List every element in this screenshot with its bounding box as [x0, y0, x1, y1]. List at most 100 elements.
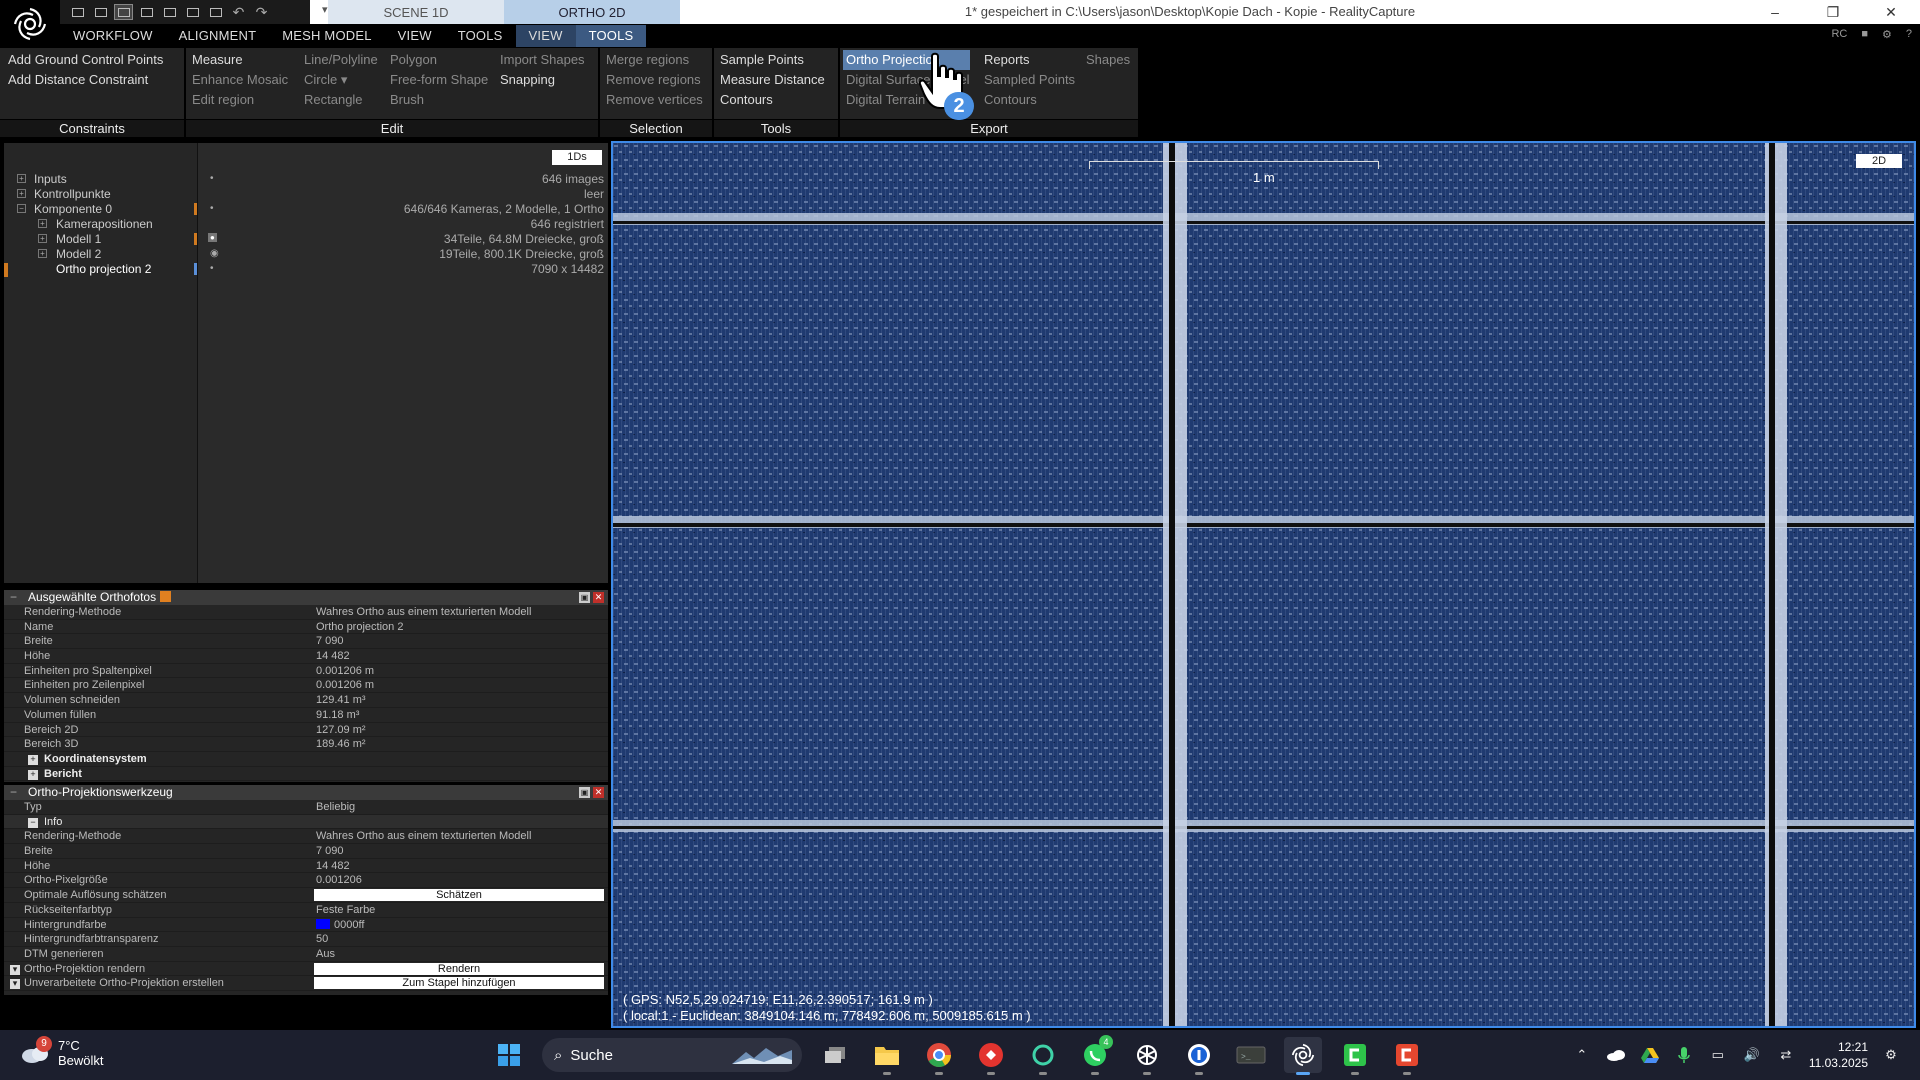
import-shapes-button[interactable]: Import Shapes	[500, 50, 585, 70]
realitycapture-taskbar-icon[interactable]	[1284, 1037, 1322, 1075]
expand-icon[interactable]: +	[17, 174, 26, 183]
enhance-mosaic-button[interactable]: Enhance Mosaic	[192, 70, 288, 90]
expand-icon[interactable]: +	[28, 769, 38, 780]
view-mode-2d-badge[interactable]: 2D	[1856, 154, 1902, 168]
close-icon[interactable]: ✕	[1862, 0, 1920, 24]
pin-icon[interactable]: •	[210, 203, 214, 214]
background-color-picker[interactable]: 0000ff	[316, 918, 364, 933]
sample-points-button[interactable]: Sample Points	[720, 50, 825, 70]
layout-1-icon[interactable]	[68, 4, 87, 20]
menu-tools-context[interactable]: TOOLS	[575, 25, 647, 47]
type-select[interactable]: Beliebig	[316, 800, 355, 815]
menu-view[interactable]: VIEW	[385, 25, 445, 47]
pixel-size-input[interactable]: 0.001206	[316, 873, 362, 888]
add-to-batch-button[interactable]: Zum Stapel hinzufügen	[314, 977, 604, 990]
google-drive-icon[interactable]	[1639, 1044, 1661, 1066]
add-distance-constraint-button[interactable]: Add Distance Constraint	[8, 70, 163, 90]
expand-icon[interactable]: +	[17, 189, 26, 198]
eye-icon[interactable]: ◉	[210, 248, 219, 259]
sampled-points-button[interactable]: Sampled Points	[984, 70, 1075, 90]
collapse-icon[interactable]: −	[10, 590, 17, 605]
polygon-button[interactable]: Polygon	[390, 50, 488, 70]
password-manager-icon[interactable]	[1180, 1037, 1218, 1075]
collapse-icon[interactable]: −	[28, 817, 38, 828]
expand-icon[interactable]: +	[38, 234, 47, 243]
display-icon[interactable]: ▭	[1707, 1044, 1729, 1066]
transparency-input[interactable]: 50	[316, 932, 328, 947]
section-info[interactable]: − Info	[4, 814, 608, 830]
property-value[interactable]: Ortho projection 2	[316, 620, 403, 635]
contours-export-button[interactable]: Contours	[984, 90, 1075, 110]
tree-row-modell-1[interactable]: + Modell 1 ● 34Teile, 64.8M Dreiecke, gr…	[4, 232, 608, 247]
help-icon[interactable]: ?	[1906, 28, 1912, 41]
tree-row-ortho-projection-2[interactable]: Ortho projection 2 • 7090 x 14482	[4, 262, 608, 277]
section-coordinate-system[interactable]: + Koordinatensystem	[4, 752, 608, 767]
property-value[interactable]: Wahres Ortho aus einem texturierten Mode…	[316, 605, 531, 620]
estimate-button[interactable]: Schätzen	[314, 889, 604, 902]
chatgpt-icon[interactable]	[1128, 1037, 1166, 1075]
brush-button[interactable]: Brush	[390, 90, 488, 110]
ortho-2d-viewport[interactable]: 2D 1 m ( GPS: N52,5,29.024719; E11,26,2.…	[611, 141, 1916, 1028]
settings-icon[interactable]: ⚙	[1882, 28, 1892, 41]
edit-region-button[interactable]: Edit region	[192, 90, 288, 110]
remove-vertices-button[interactable]: Remove vertices	[606, 90, 703, 110]
document-icon[interactable]: ■	[1861, 28, 1868, 41]
layout-2-icon[interactable]	[91, 4, 110, 20]
tree-row-komponente-0[interactable]: − Komponente 0 • 646/646 Kameras, 2 Mode…	[4, 202, 608, 217]
onedrive-icon[interactable]	[1605, 1044, 1627, 1066]
tree-row-kontrollpunkte[interactable]: + Kontrollpunkte leer	[4, 187, 608, 202]
expand-icon[interactable]: +	[38, 219, 47, 228]
terminal-app-icon[interactable]: >_	[1232, 1037, 1270, 1073]
volume-icon[interactable]: 🔊	[1741, 1044, 1763, 1066]
dock-icon[interactable]: ▣	[579, 592, 590, 603]
view-mode-badge[interactable]: 1Ds	[552, 150, 602, 165]
collapse-icon[interactable]: −	[17, 204, 26, 213]
snapping-button[interactable]: Snapping	[500, 70, 585, 90]
add-ground-control-points-button[interactable]: Add Ground Control Points	[8, 50, 163, 70]
layout-6-icon[interactable]	[183, 4, 202, 20]
close-panel-icon[interactable]: ✕	[593, 787, 604, 798]
weather-widget[interactable]: 9 7°C Bewölkt	[20, 1036, 104, 1068]
rc-label[interactable]: RC	[1831, 28, 1847, 41]
taskbar-clock[interactable]: 12:21 11.03.2025	[1809, 1039, 1868, 1071]
tree-row-modell-2[interactable]: + Modell 2 ◉ 19Teile, 800.1K Dreiecke, g…	[4, 247, 608, 262]
minimize-icon[interactable]: –	[1746, 0, 1804, 24]
backside-color-type-select[interactable]: Feste Farbe	[316, 903, 375, 918]
reports-button[interactable]: Reports	[984, 50, 1075, 70]
redo-icon[interactable]: ↷	[252, 4, 271, 20]
menu-mesh-model[interactable]: MESH MODEL	[269, 25, 384, 47]
rectangle-button[interactable]: Rectangle	[304, 90, 378, 110]
remove-regions-button[interactable]: Remove regions	[606, 70, 703, 90]
dtm-toggle[interactable]: Aus	[316, 947, 335, 962]
chevron-up-icon[interactable]: ⌃	[1571, 1044, 1593, 1066]
circle-dropdown[interactable]: Circle ▾	[304, 70, 378, 90]
expand-icon[interactable]: ▾	[10, 964, 20, 975]
collapse-icon[interactable]: −	[10, 785, 17, 800]
file-explorer-icon[interactable]	[868, 1037, 906, 1075]
measure-button[interactable]: Measure	[192, 50, 288, 70]
menu-workflow[interactable]: WORKFLOW	[60, 25, 166, 47]
camtasia-recorder-icon[interactable]	[1388, 1037, 1426, 1075]
microphone-icon[interactable]	[1673, 1044, 1695, 1066]
free-form-shape-button[interactable]: Free-form Shape	[390, 70, 488, 90]
menu-tools[interactable]: TOOLS	[445, 25, 516, 47]
network-icon[interactable]: ⇄	[1775, 1044, 1797, 1066]
realitycapture-logo-icon[interactable]	[0, 0, 60, 48]
notifications-icon[interactable]: ⚙	[1880, 1044, 1902, 1066]
pin-icon[interactable]: •	[210, 263, 214, 274]
anydesk-icon[interactable]	[972, 1037, 1010, 1075]
contours-tool-button[interactable]: Contours	[720, 90, 825, 110]
layout-7-icon[interactable]	[206, 4, 225, 20]
menu-view-context[interactable]: VIEW	[515, 25, 576, 47]
windows-start-icon[interactable]	[490, 1037, 528, 1073]
line-polyline-button[interactable]: Line/Polyline	[304, 50, 378, 70]
undo-icon[interactable]: ↶	[229, 4, 248, 20]
chrome-icon[interactable]	[920, 1037, 958, 1075]
circle-app-icon[interactable]	[1024, 1037, 1062, 1075]
expand-icon[interactable]: ▾	[10, 979, 20, 990]
layout-3-icon[interactable]	[114, 4, 133, 20]
close-panel-icon[interactable]: ✕	[593, 592, 604, 603]
dock-icon[interactable]: ▣	[579, 787, 590, 798]
tab-scene-1d[interactable]: SCENE 1D	[328, 0, 504, 24]
restore-icon[interactable]: ❐	[1804, 0, 1862, 24]
